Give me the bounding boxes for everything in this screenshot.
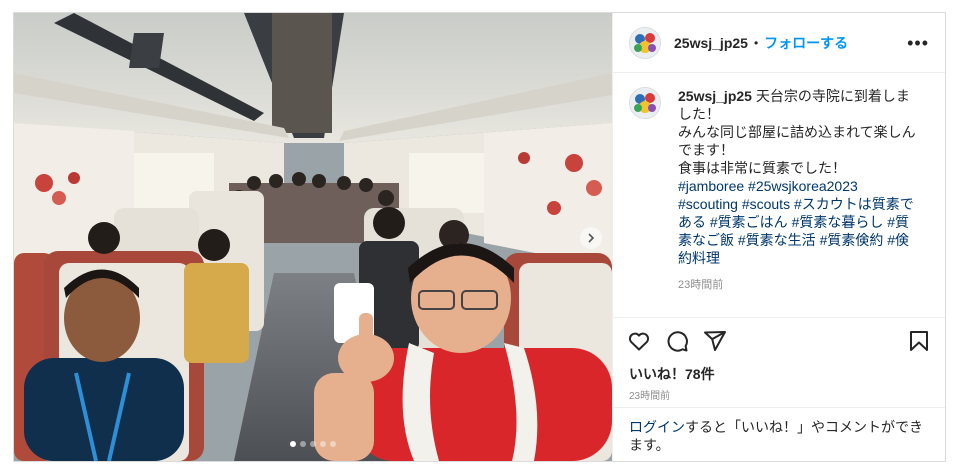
comment-button[interactable] <box>665 329 689 353</box>
action-bar <box>613 318 945 364</box>
more-options-icon[interactable]: ••• <box>907 34 929 52</box>
carousel-dot <box>310 441 316 447</box>
profile-picture <box>630 88 660 118</box>
carousel-dot <box>290 441 296 447</box>
save-button[interactable] <box>907 329 931 353</box>
carousel-dot <box>320 441 326 447</box>
hashtag-link[interactable]: #質素倹約 <box>820 232 884 248</box>
carousel-dot <box>330 441 336 447</box>
hashtag-link[interactable]: #jamboree <box>678 178 744 194</box>
hashtag-link[interactable]: #質素ごはん <box>710 214 788 230</box>
login-link[interactable]: ログイン <box>629 419 685 435</box>
chevron-right-icon <box>588 233 595 243</box>
hashtag-link[interactable]: #scouts <box>742 196 790 212</box>
share-button[interactable] <box>703 329 727 353</box>
caption-row: 25wsj_jp25 天台宗の寺院に到着しました！ みんな同じ部屋に詰め込まれて… <box>629 87 929 292</box>
profile-picture <box>630 27 660 58</box>
username-link[interactable]: 25wsj_jp25 <box>674 35 748 51</box>
comments-section: 25wsj_jp25 天台宗の寺院に到着しました！ みんな同じ部屋に詰め込まれて… <box>613 73 945 318</box>
bus-interior-image <box>14 13 612 461</box>
like-button[interactable] <box>627 329 651 353</box>
carousel-next-button[interactable] <box>580 227 602 249</box>
post-photo[interactable] <box>14 13 612 461</box>
hashtag-link[interactable]: #25wsjkorea2023 <box>748 178 858 194</box>
bookmark-icon <box>910 331 928 351</box>
hashtag-link[interactable]: #scouting <box>678 196 738 212</box>
hashtag-link[interactable]: #質素な暮らし <box>792 214 884 230</box>
separator-dot: • <box>753 35 759 50</box>
heart-icon <box>628 332 650 351</box>
login-prompt: ログインすると「いいね！」やコメントができます。 <box>613 408 945 464</box>
post-frame: 25wsj_jp25 • フォローする ••• 25wsj_jp25 天台宗の寺… <box>13 12 946 462</box>
comment-icon <box>667 331 688 352</box>
carousel-dot <box>300 441 306 447</box>
avatar[interactable] <box>629 87 661 119</box>
share-icon <box>704 331 726 351</box>
caption-timestamp: 23時間前 <box>678 279 724 291</box>
caption-username[interactable]: 25wsj_jp25 <box>678 88 752 104</box>
caption-text: 25wsj_jp25 天台宗の寺院に到着しました！ みんな同じ部屋に詰め込まれて… <box>678 87 918 267</box>
post-header: 25wsj_jp25 • フォローする ••• <box>613 13 945 73</box>
caption-hashtags: #jamboree #25wsjkorea2023 #scouting #sco… <box>678 178 914 266</box>
carousel-indicator <box>14 441 612 447</box>
hashtag-link[interactable]: #質素な生活 <box>738 232 816 248</box>
post-timestamp[interactable]: 23時間前 <box>613 384 945 408</box>
follow-button[interactable]: フォローする <box>764 33 848 53</box>
avatar[interactable] <box>629 26 661 59</box>
likes-count[interactable]: いいね！78件 <box>613 364 945 384</box>
post-side-panel: 25wsj_jp25 • フォローする ••• 25wsj_jp25 天台宗の寺… <box>612 13 945 461</box>
